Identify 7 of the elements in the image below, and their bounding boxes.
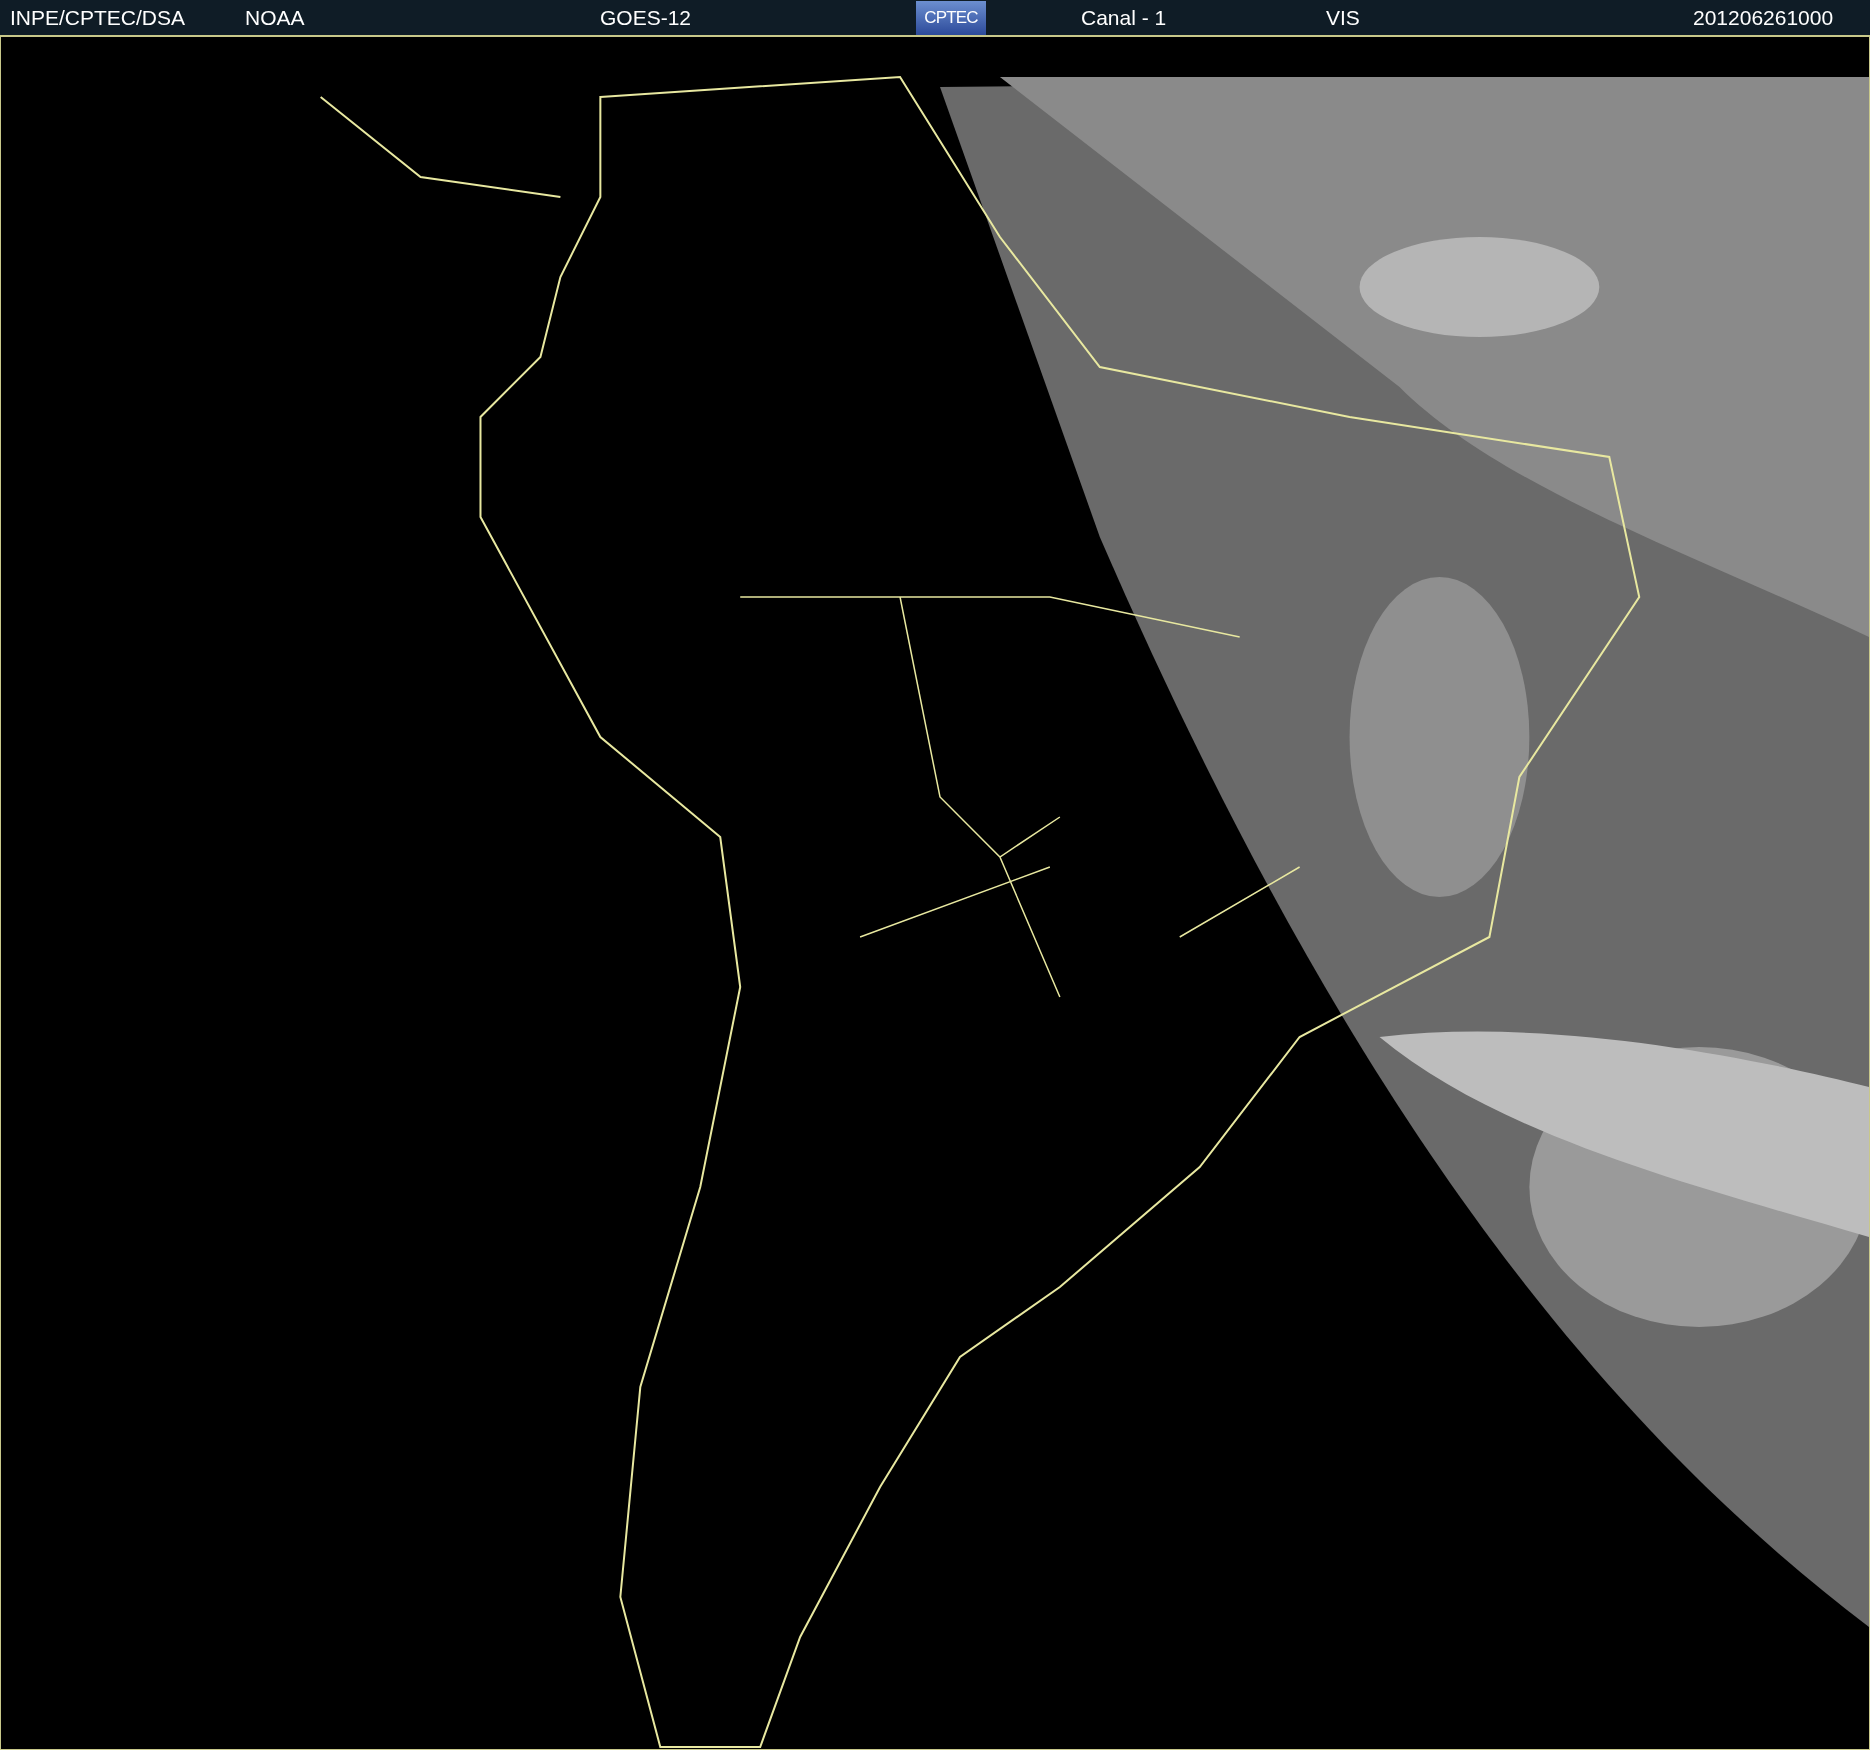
channel-label: Canal - 1 <box>1081 4 1168 31</box>
logo: CPTEC <box>916 0 986 35</box>
satellite-label: GOES-12 <box>600 4 693 31</box>
band-label: VIS <box>1326 4 1361 31</box>
source-label: INPE/CPTEC/DSA <box>10 4 187 31</box>
agency-label: NOAA <box>245 4 306 31</box>
timestamp-label: 201206261000 <box>1693 4 1834 31</box>
